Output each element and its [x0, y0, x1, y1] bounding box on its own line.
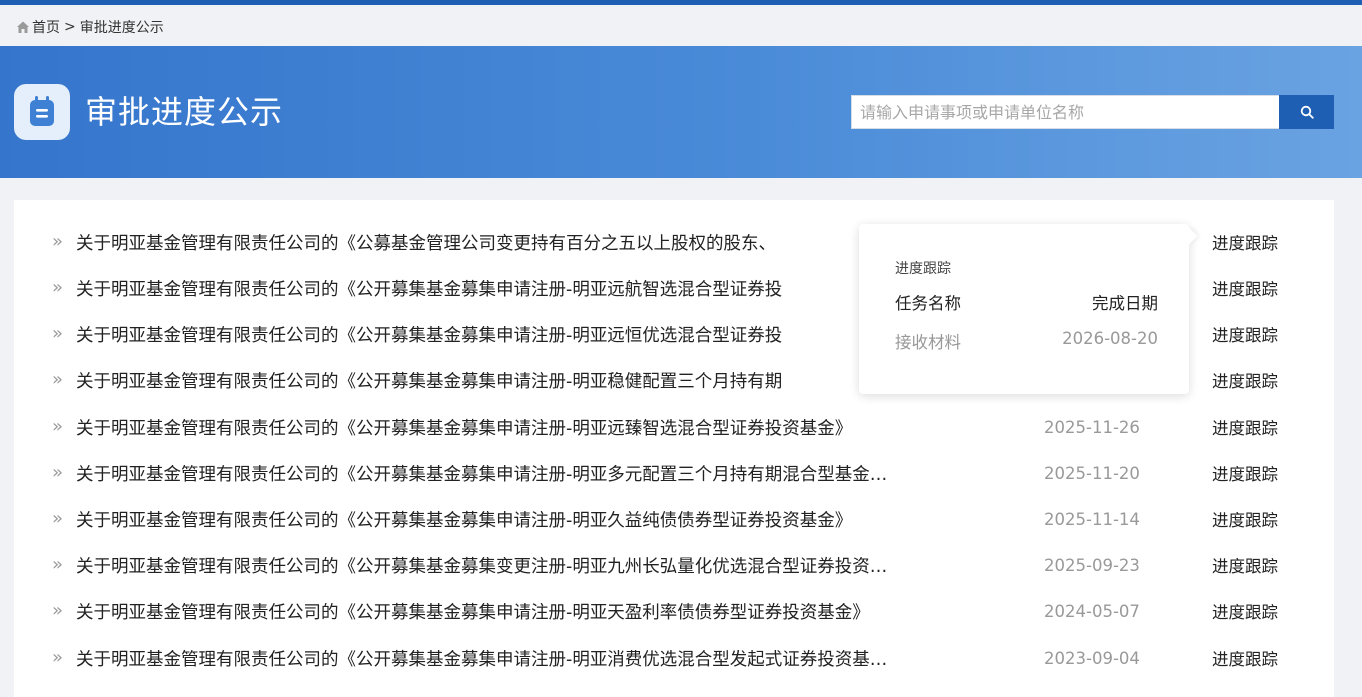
breadcrumb: 首页 > 审批进度公示 — [16, 15, 164, 39]
page-title: 审批进度公示 — [85, 93, 284, 131]
progress-track-link[interactable]: 进度跟踪 — [1212, 553, 1278, 577]
search-button[interactable] — [1279, 95, 1334, 129]
progress-track-link[interactable]: 进度跟踪 — [1212, 461, 1278, 485]
search-icon — [1300, 105, 1314, 119]
list-item: » 关于明亚基金管理有限责任公司的《公开募集基金募集申请注册-明亚消费优选混合型… — [14, 635, 1334, 681]
popover-title: 进度跟踪 — [895, 261, 951, 277]
double-chevron-right-icon: » — [52, 462, 64, 483]
list-item-date: 2025-11-20 — [1044, 463, 1140, 483]
progress-track-link[interactable]: 进度跟踪 — [1212, 415, 1278, 439]
double-chevron-right-icon: » — [52, 416, 64, 437]
double-chevron-right-icon: » — [52, 369, 64, 390]
list-item-title[interactable]: 关于明亚基金管理有限责任公司的《公募基金管理公司变更持有百分之五以上股权的股东、 — [76, 230, 996, 255]
breadcrumb-separator: > — [64, 19, 76, 35]
double-chevron-right-icon: » — [52, 277, 64, 298]
list-item-title[interactable]: 关于明亚基金管理有限责任公司的《公开募集基金募集申请注册-明亚多元配置三个月持有… — [76, 461, 996, 486]
list-item-date: 2025-11-26 — [1044, 417, 1140, 437]
list-item-title[interactable]: 关于明亚基金管理有限责任公司的《公开募集基金募集申请注册-明亚久益纯债债券型证券… — [76, 507, 996, 532]
list-item-title[interactable]: 关于明亚基金管理有限责任公司的《公开募集基金募集申请注册-明亚远恒优选混合型证券… — [76, 322, 996, 347]
progress-track-link[interactable]: 进度跟踪 — [1212, 230, 1278, 254]
double-chevron-right-icon: » — [52, 231, 64, 252]
list-item: » 关于明亚基金管理有限责任公司的《公开募集基金募集申请注册-明亚远臻智选混合型… — [14, 404, 1334, 450]
breadcrumb-current: 审批进度公示 — [79, 20, 164, 36]
list-item-date: 2023-09-04 — [1044, 648, 1140, 668]
progress-popover: 进度跟踪 任务名称 完成日期 接收材料 2026-08-20 — [859, 224, 1198, 394]
list-item-title[interactable]: 关于明亚基金管理有限责任公司的《公开募集基金募集申请注册-明亚稳健配置三个月持有… — [76, 368, 996, 393]
popover-task-name: 接收材料 — [895, 333, 961, 352]
list-item-title[interactable]: 关于明亚基金管理有限责任公司的《公开募集基金募集申请注册-明亚天盈利率债债券型证… — [76, 599, 996, 624]
list-item-title[interactable]: 关于明亚基金管理有限责任公司的《公开募集基金募集申请注册-明亚远航智选混合型证券… — [76, 276, 996, 301]
list-item-title[interactable]: 关于明亚基金管理有限责任公司的《公开募集基金募集变更注册-明亚九州长弘量化优选混… — [76, 553, 996, 578]
progress-track-link[interactable]: 进度跟踪 — [1212, 599, 1278, 623]
progress-track-link[interactable]: 进度跟踪 — [1212, 646, 1278, 670]
double-chevron-right-icon: » — [52, 647, 64, 668]
list-item-title[interactable]: 关于明亚基金管理有限责任公司的《公开募集基金募集申请注册-明亚消费优选混合型发起… — [76, 646, 996, 671]
list-item: » 关于明亚基金管理有限责任公司的《公开募集基金募集申请注册-明亚久益纯债债券型… — [14, 496, 1334, 542]
progress-track-link[interactable]: 进度跟踪 — [1212, 276, 1278, 300]
progress-track-link[interactable]: 进度跟踪 — [1212, 507, 1278, 531]
double-chevron-right-icon: » — [52, 323, 64, 344]
popover-header-finish-date: 完成日期 — [1092, 294, 1158, 313]
double-chevron-right-icon: » — [52, 554, 64, 575]
double-chevron-right-icon: » — [52, 600, 64, 621]
progress-track-link[interactable]: 进度跟踪 — [1212, 368, 1278, 392]
search-bar — [851, 95, 1334, 129]
search-input[interactable] — [851, 95, 1279, 129]
list-item-date: 2025-11-14 — [1044, 509, 1140, 529]
progress-track-link[interactable]: 进度跟踪 — [1212, 322, 1278, 346]
list-item-date: 2024-05-07 — [1044, 601, 1140, 621]
list-item: » 关于明亚基金管理有限责任公司的《公开募集基金募集申请注册-明亚多元配置三个月… — [14, 450, 1334, 496]
double-chevron-right-icon: » — [52, 508, 64, 529]
top-accent-line — [0, 0, 1362, 5]
list-item: » 关于明亚基金管理有限责任公司的《公开募集基金募集变更注册-明亚九州长弘量化优… — [14, 542, 1334, 588]
breadcrumb-home-link[interactable]: 首页 — [32, 17, 60, 37]
list-item: » 关于明亚基金管理有限责任公司的《公开募集基金募集申请注册-明亚天盈利率债债券… — [14, 588, 1334, 634]
header-banner: 审批进度公示 — [0, 46, 1362, 178]
popover-header-task-name: 任务名称 — [895, 294, 961, 313]
clipboard-icon — [14, 84, 70, 140]
home-icon — [17, 21, 29, 33]
list-item-date: 2025-09-23 — [1044, 555, 1140, 575]
list-item-title[interactable]: 关于明亚基金管理有限责任公司的《公开募集基金募集申请注册-明亚远臻智选混合型证券… — [76, 415, 996, 440]
popover-task-date: 2026-08-20 — [1062, 329, 1158, 348]
